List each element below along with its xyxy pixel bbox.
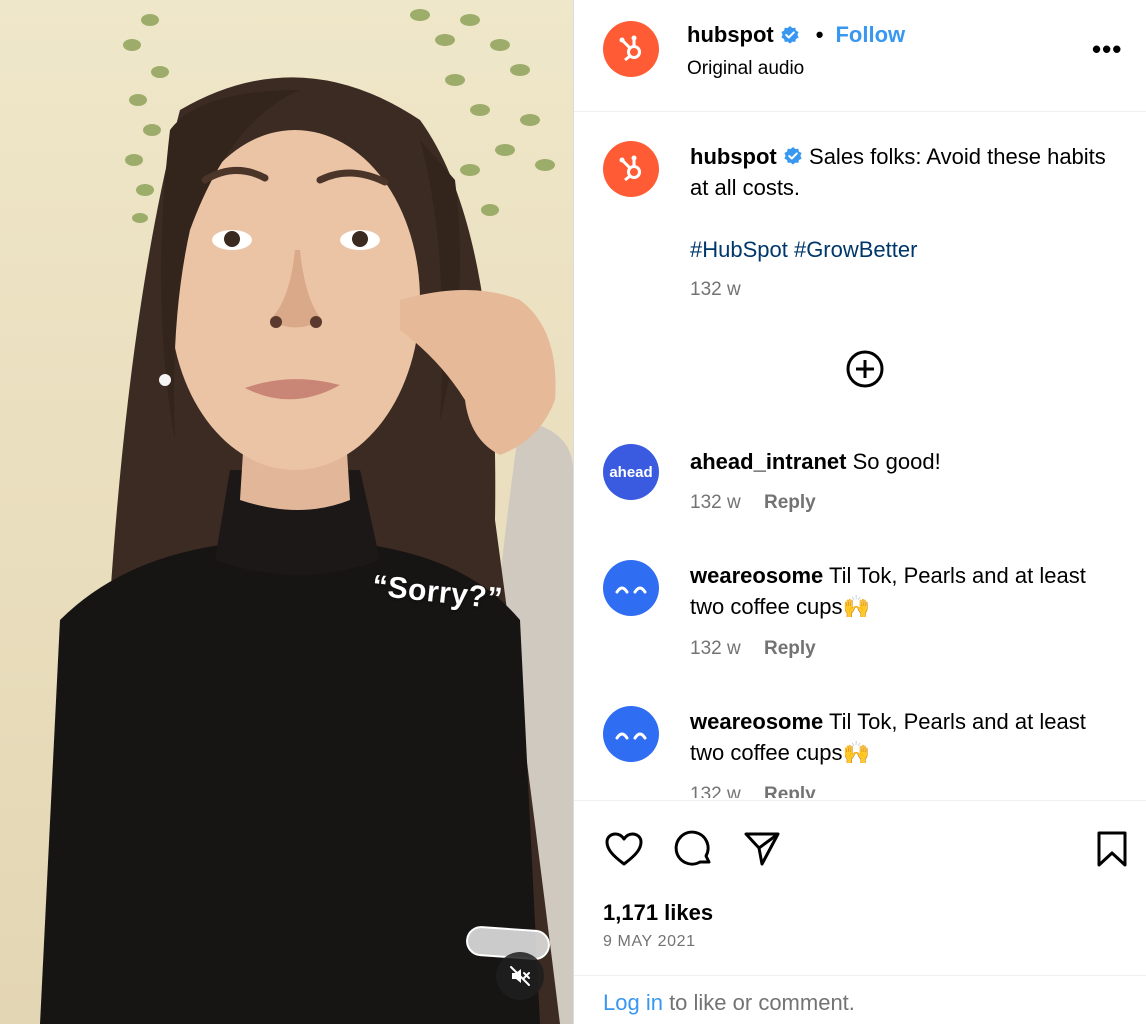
smile-face-icon: [615, 586, 647, 594]
comment-meta: 132 w Reply: [690, 492, 816, 514]
comment-body: So good!: [852, 449, 941, 474]
audio-link[interactable]: Original audio: [687, 58, 804, 80]
comment-text: ahead_intranet So good!: [690, 446, 1110, 477]
comment-age: 132 w: [690, 492, 741, 513]
comment-text: weareosome Til Tok, Pearls and at least …: [690, 560, 1110, 622]
hubspot-logo-icon: [619, 35, 641, 62]
caption-username[interactable]: hubspot: [690, 144, 777, 169]
comment-icon: [674, 830, 711, 866]
like-button[interactable]: [602, 827, 646, 871]
caption-age: 132 w: [690, 279, 741, 300]
reply-button[interactable]: Reply: [764, 638, 816, 659]
comment-age: 132 w: [690, 638, 741, 659]
ahead-intranet-avatar[interactable]: ahead: [603, 444, 659, 500]
caption-hashtags[interactable]: #HubSpot #GrowBetter: [690, 234, 1110, 265]
hubspot-logo-icon: [619, 155, 641, 182]
smile-face-icon: [615, 732, 647, 740]
comment-button[interactable]: [672, 827, 716, 871]
plus-circle-icon[interactable]: [845, 349, 885, 389]
likes-count[interactable]: 1,171 likes: [603, 900, 713, 926]
weareosome-avatar[interactable]: [603, 560, 659, 616]
comment-username[interactable]: weareosome: [690, 563, 823, 588]
verified-badge-icon: [781, 26, 799, 44]
separator-dot: •: [815, 22, 824, 47]
avatar-text: ahead: [609, 463, 653, 481]
speaker-muted-icon: [510, 966, 530, 986]
follow-button[interactable]: Follow: [835, 22, 905, 48]
header-user-row: hubspot • Follow: [687, 22, 905, 48]
more-options-icon[interactable]: •••: [1092, 34, 1122, 65]
comments-list[interactable]: hubspot Sales folks: Avoid these habits …: [574, 113, 1146, 798]
login-rest: to like or comment.: [662, 990, 855, 1015]
comment-meta: 132 w Reply: [690, 638, 816, 660]
caption-text: hubspot Sales folks: Avoid these habits …: [690, 141, 1110, 265]
verified-badge-icon: [784, 147, 802, 165]
comment-username[interactable]: ahead_intranet: [690, 449, 847, 474]
weareosome-avatar[interactable]: [603, 706, 659, 762]
share-button[interactable]: [740, 827, 784, 871]
header-username[interactable]: hubspot: [687, 22, 774, 48]
action-bar: 1,171 likes 9 MAY 2021: [574, 800, 1146, 974]
comment-text: weareosome Til Tok, Pearls and at least …: [690, 706, 1110, 768]
login-prompt: Log in to like or comment.: [574, 975, 1146, 1024]
post-header: hubspot • Follow Original audio •••: [574, 0, 1146, 112]
comment-meta: 132 w Reply: [690, 784, 816, 798]
mute-button[interactable]: [496, 952, 544, 1000]
post-panel: hubspot • Follow Original audio ••• hubs…: [573, 0, 1146, 1024]
comment-username[interactable]: weareosome: [690, 709, 823, 734]
bookmark-icon: [1097, 831, 1127, 867]
reply-button[interactable]: Reply: [764, 784, 816, 798]
reel-video[interactable]: “Sorry?”: [0, 0, 573, 1024]
hubspot-avatar[interactable]: [603, 21, 659, 77]
post-date: 9 MAY 2021: [603, 933, 696, 950]
video-frame: [40, 9, 573, 1024]
save-button[interactable]: [1090, 827, 1134, 871]
heart-icon: [605, 832, 643, 866]
login-link[interactable]: Log in: [603, 990, 663, 1015]
send-icon: [744, 832, 780, 866]
comment-age: 132 w: [690, 784, 741, 798]
hubspot-avatar[interactable]: [603, 141, 659, 197]
reply-button[interactable]: Reply: [764, 492, 816, 513]
